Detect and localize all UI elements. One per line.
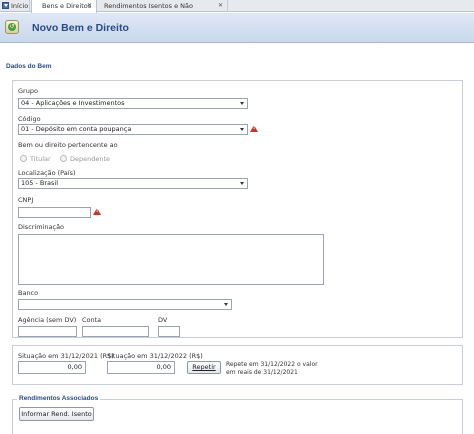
codigo-label: Código bbox=[18, 115, 41, 123]
chevron-down-icon bbox=[238, 99, 247, 108]
situacao-2022-label: Situação em 31/12/2022 (R$) bbox=[107, 352, 203, 360]
close-icon[interactable]: ✕ bbox=[218, 0, 223, 12]
back-button[interactable]: ↺ bbox=[5, 20, 19, 34]
dv-label: DV bbox=[158, 316, 168, 324]
codigo-value: 01 - Depósito em conta poupança bbox=[21, 125, 132, 133]
page-header: ↺ Novo Bem e Direito bbox=[0, 13, 474, 43]
cnpj-label: CNPJ bbox=[18, 196, 34, 204]
repetir-note: Repete em 31/12/2022 o valor em reais de… bbox=[226, 361, 318, 376]
banco-label: Banco bbox=[18, 289, 39, 297]
situacao-2022-input[interactable]: 0,00 bbox=[107, 361, 175, 374]
cnpj-input[interactable] bbox=[18, 207, 91, 218]
titular-radio[interactable] bbox=[20, 155, 27, 162]
informar-rend-isento-button[interactable]: Informar Rend. Isento bbox=[19, 407, 94, 421]
agencia-label: Agência (sem DV) bbox=[18, 316, 77, 324]
dependente-label: Dependente bbox=[70, 155, 111, 163]
repetir-button[interactable]: Repetir bbox=[187, 361, 221, 374]
situacao-2021-label: Situação em 31/12/2021 (R$) bbox=[18, 352, 114, 360]
chevron-down-icon bbox=[238, 179, 247, 188]
chevron-down-icon bbox=[222, 300, 231, 309]
dependente-radio[interactable] bbox=[60, 155, 67, 162]
grupo-select[interactable]: 04 - Aplicações e Investimentos bbox=[18, 98, 248, 109]
warning-icon bbox=[93, 208, 101, 215]
grupo-label: Grupo bbox=[18, 87, 38, 95]
section-title-rendimentos: Rendimentos Associados bbox=[17, 395, 101, 402]
refresh-icon: ↺ bbox=[8, 23, 16, 31]
tab-inicio[interactable]: Início bbox=[0, 0, 30, 12]
page-title: Novo Bem e Direito bbox=[32, 22, 129, 34]
pertencente-label: Bem ou direito pertencente ao bbox=[18, 141, 118, 149]
situacao-2021-input[interactable]: 0,00 bbox=[18, 361, 86, 374]
tab-bens-label: Bens e Direitos bbox=[42, 2, 92, 10]
discriminacao-textarea[interactable] bbox=[18, 234, 324, 285]
discriminacao-label: Discriminação bbox=[18, 223, 65, 231]
conta-input[interactable] bbox=[82, 326, 149, 337]
dv-input[interactable] bbox=[158, 326, 180, 337]
conta-label: Conta bbox=[82, 316, 102, 324]
tab-inicio-label: Início bbox=[11, 2, 29, 10]
tab-rendimentos-isentos[interactable]: Rendimentos Isentos e Não Tributáveis ✕ bbox=[98, 0, 228, 22]
codigo-select[interactable]: 01 - Depósito em conta poupança bbox=[18, 124, 248, 135]
grupo-value: 04 - Aplicações e Investimentos bbox=[21, 99, 125, 107]
titular-label: Titular bbox=[30, 155, 51, 163]
localizacao-label: Localização (País) bbox=[18, 169, 76, 177]
section-title-dados-do-bem: Dados do Bem bbox=[6, 63, 52, 70]
agencia-input[interactable] bbox=[18, 326, 77, 337]
tab-bens-e-direitos[interactable]: Bens e Direitos ✕ bbox=[31, 0, 97, 13]
tab-bar: Início Bens e Direitos ✕ Rendimentos Ise… bbox=[0, 0, 474, 22]
localizacao-select[interactable]: 105 - Brasil bbox=[18, 178, 248, 189]
warning-icon bbox=[250, 125, 258, 132]
close-icon[interactable]: ✕ bbox=[87, 0, 92, 12]
chevron-down-icon bbox=[238, 125, 247, 134]
localizacao-value: 105 - Brasil bbox=[21, 179, 58, 187]
banco-select[interactable] bbox=[18, 299, 232, 310]
home-icon bbox=[2, 2, 9, 9]
